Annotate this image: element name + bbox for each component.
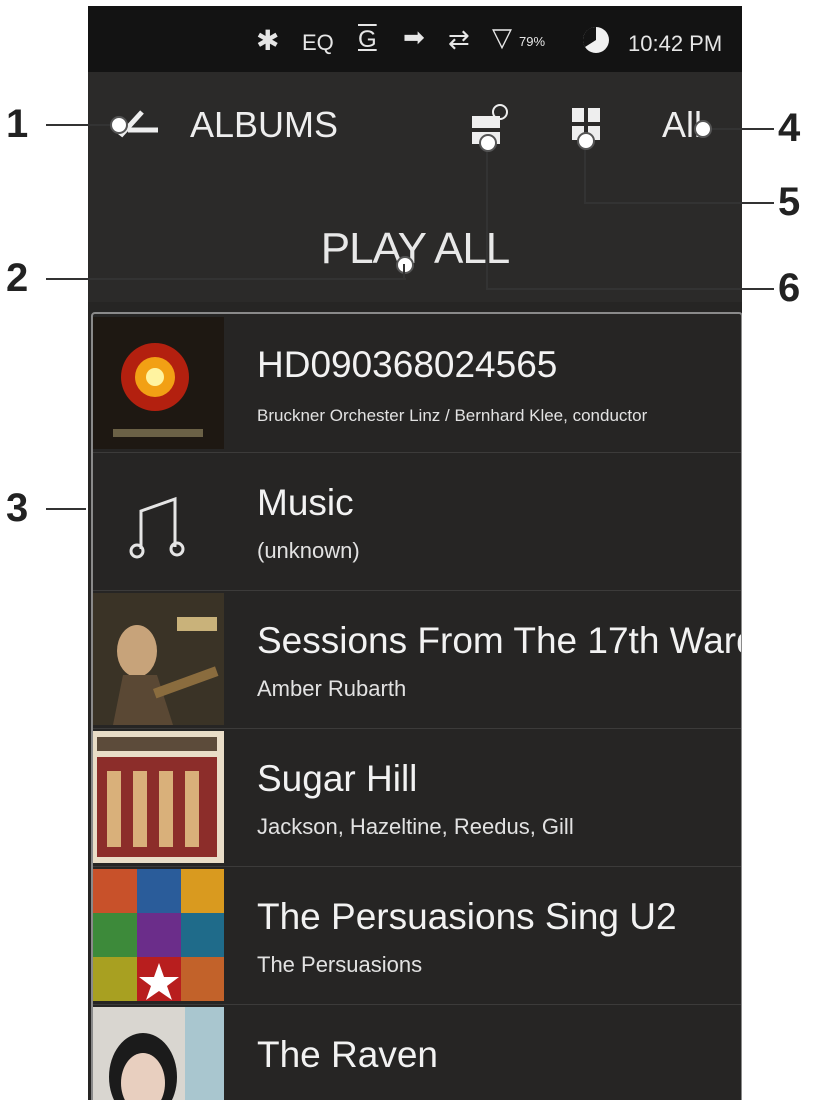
list-item[interactable]: Sugar Hill Jackson, Hazeltine, Reedus, G…	[93, 728, 741, 867]
callout-line	[706, 128, 774, 130]
list-item[interactable]: Sessions From The 17th Ward Amber Rubart…	[93, 590, 741, 729]
callout-2: 2	[6, 256, 29, 300]
album-art	[93, 317, 224, 449]
play-all-button[interactable]: PLAY ALL	[88, 224, 742, 274]
callout-line	[46, 508, 86, 510]
album-list[interactable]: HD090368024565 Bruckner Orchester Linz /…	[91, 312, 742, 1100]
eq-indicator: EQ	[302, 30, 334, 55]
callout-line	[486, 288, 774, 290]
album-artist: (unknown)	[257, 538, 360, 563]
album-artist: The Persuasions	[257, 952, 423, 977]
album-art	[93, 1007, 224, 1100]
status-bar: ✱ EQ G ➡ ⇄ ▽ 79% 10:42 PM	[88, 6, 742, 72]
wifi-icon: ▽	[492, 22, 512, 52]
callout-6: 6	[778, 266, 801, 310]
album-title: The Raven	[257, 1034, 438, 1075]
album-art	[93, 869, 224, 1001]
battery-icon	[582, 26, 610, 54]
list-item[interactable]: The Persuasions Sing U2 The Persuasions	[93, 866, 741, 1005]
callout-dot	[577, 132, 595, 150]
album-artist: Amber Rubarth	[257, 676, 407, 701]
callout-dot	[110, 116, 128, 134]
callout-line	[584, 202, 774, 204]
bluetooth-icon: ✱	[256, 25, 280, 56]
music-note-icon	[93, 455, 224, 587]
callout-4: 4	[778, 106, 801, 150]
callout-line	[403, 264, 405, 278]
callout-3: 3	[6, 486, 29, 530]
callout-dot	[694, 120, 712, 138]
album-artist: Bruckner Orchester Linz / Bernhard Klee,…	[257, 406, 648, 425]
clock: 10:42 PM	[628, 31, 723, 56]
device-screen: ✱ EQ G ➡ ⇄ ▽ 79% 10:42 PM ALBUMS All PLA…	[88, 6, 742, 1100]
album-title: Sessions From The 17th Ward	[257, 620, 742, 661]
callout-5: 5	[778, 180, 801, 224]
list-item[interactable]: Music (unknown)	[93, 452, 741, 591]
album-title: The Persuasions Sing U2	[257, 896, 677, 937]
album-artist: Jackson, Hazeltine, Reedus, Gill	[257, 814, 574, 839]
album-title: Music	[257, 482, 354, 523]
callout-1: 1	[6, 102, 29, 146]
album-title: Sugar Hill	[257, 758, 418, 799]
callout-line	[486, 142, 488, 288]
line-out-icon: ➡	[403, 22, 425, 52]
callout-line	[46, 124, 118, 126]
gain-indicator: G	[358, 26, 377, 53]
album-art	[93, 731, 224, 863]
callout-dot	[479, 134, 497, 152]
repeat-icon: ⇄	[448, 24, 470, 54]
callout-dot	[396, 256, 414, 274]
page-title: ALBUMS	[190, 104, 339, 145]
list-item[interactable]: HD090368024565 Bruckner Orchester Linz /…	[93, 314, 741, 453]
callout-line	[46, 278, 406, 280]
battery-percent: 79%	[519, 34, 546, 49]
list-item[interactable]: The Raven	[93, 1004, 741, 1100]
album-title: HD090368024565	[257, 344, 558, 385]
album-art	[93, 593, 224, 725]
